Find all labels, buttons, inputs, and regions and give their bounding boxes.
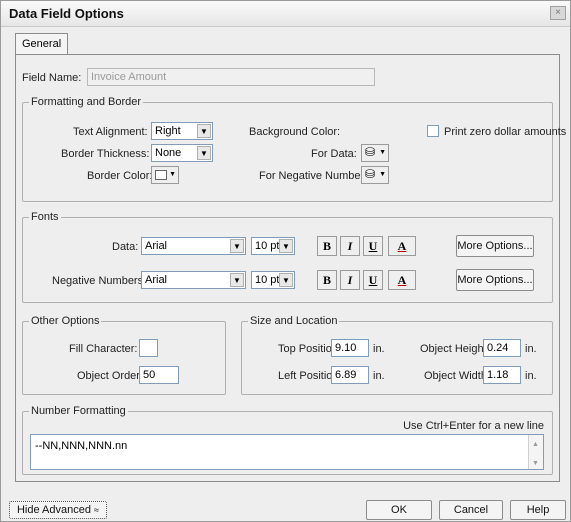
data-size-select[interactable]: 10 pt ▼: [251, 237, 295, 255]
border-thickness-value: None: [155, 147, 182, 159]
other-options-group: Other Options Fill Character: Object Ord…: [22, 315, 226, 395]
data-size-value: 10 pt: [255, 240, 280, 252]
data-underline-button[interactable]: U: [363, 236, 383, 256]
formatting-border-title: Formatting and Border: [29, 96, 144, 109]
negative-underline-button[interactable]: U: [363, 270, 383, 290]
object-order-input[interactable]: 50: [139, 366, 179, 384]
data-font-value: Arial: [145, 240, 168, 252]
data-more-options-button[interactable]: More Options...: [456, 235, 534, 257]
number-formatting-group: Number Formatting Use Ctrl+Enter for a n…: [22, 405, 553, 475]
number-format-textarea[interactable]: --NN,NNN,NNN.nn ▲ ▼: [30, 434, 544, 470]
for-data-color-picker[interactable]: ⛁ ▼: [361, 144, 389, 162]
for-negative-numbers-color-picker[interactable]: ⛁ ▼: [361, 166, 389, 184]
chevron-down-icon: ▼: [169, 171, 176, 178]
border-color-picker[interactable]: ▼: [151, 166, 179, 184]
object-width-unit: in.: [525, 370, 537, 382]
number-formatting-hint: Use Ctrl+Enter for a new line: [403, 420, 544, 432]
hide-advanced-label: Hide Advanced: [16, 504, 91, 516]
negative-bold-button[interactable]: B: [317, 270, 337, 290]
print-zero-checkbox[interactable]: [427, 125, 439, 137]
text-alignment-select[interactable]: Right ▼: [151, 122, 213, 140]
top-position-input[interactable]: 9.10: [331, 339, 369, 357]
dialog-title: Data Field Options: [9, 6, 124, 21]
fill-character-input[interactable]: [139, 339, 158, 357]
border-thickness-select[interactable]: None ▼: [151, 144, 213, 162]
tab-general-label: General: [22, 38, 62, 50]
data-bold-button[interactable]: B: [317, 236, 337, 256]
negative-size-value: 10 pt: [255, 274, 280, 286]
fonts-group: Fonts Data: Arial ▼ 10 pt ▼ B I U A More…: [22, 211, 553, 303]
chevron-down-icon: ▼: [379, 171, 386, 178]
size-location-group: Size and Location Top Position: 9.10 in.…: [241, 315, 553, 395]
negative-font-select[interactable]: Arial ▼: [141, 271, 246, 289]
object-height-label: Object Height:: [420, 343, 490, 355]
tab-general[interactable]: General: [15, 33, 69, 55]
background-color-label: Background Color:: [249, 126, 341, 138]
chevron-down-icon: ▼: [197, 124, 211, 138]
cancel-button[interactable]: Cancel: [439, 500, 503, 520]
left-position-unit: in.: [373, 370, 385, 382]
object-width-input[interactable]: 1.18: [483, 366, 521, 384]
border-thickness-label: Border Thickness:: [61, 148, 150, 160]
left-position-input[interactable]: 6.89: [331, 366, 369, 384]
data-field-options-dialog: Data Field Options × General Field Name:…: [0, 0, 571, 522]
for-negative-numbers-label: For Negative Numbers:: [259, 170, 373, 182]
chevron-down-icon: ▼: [279, 273, 293, 287]
field-name-input[interactable]: Invoice Amount: [87, 68, 375, 86]
negative-size-select[interactable]: 10 pt ▼: [251, 271, 295, 289]
border-color-label: Border Color:: [87, 170, 153, 182]
number-formatting-title: Number Formatting: [29, 405, 128, 418]
print-zero-label: Print zero dollar amounts: [444, 126, 567, 138]
data-font-label: Data:: [112, 241, 139, 253]
close-button[interactable]: ×: [550, 6, 566, 20]
chevron-down-icon: ▼: [230, 273, 244, 287]
textarea-scrollbar[interactable]: ▲ ▼: [528, 435, 543, 469]
scroll-down-icon: ▼: [532, 460, 539, 467]
chevron-down-icon: ▼: [379, 149, 386, 156]
ok-button[interactable]: OK: [366, 500, 432, 520]
negative-italic-button[interactable]: I: [340, 270, 360, 290]
size-location-title: Size and Location: [248, 315, 340, 328]
hide-advanced-button[interactable]: Hide Advanced ≈: [9, 501, 107, 519]
object-height-input[interactable]: 0.24: [483, 339, 521, 357]
other-options-title: Other Options: [29, 315, 102, 328]
general-panel: Field Name: Invoice Amount Formatting an…: [15, 54, 566, 482]
title-bar: Data Field Options ×: [1, 1, 570, 27]
field-name-label: Field Name:: [22, 72, 82, 84]
for-data-label: For Data:: [311, 148, 357, 160]
negative-more-options-button[interactable]: More Options...: [456, 269, 534, 291]
data-font-color-button[interactable]: A: [388, 236, 416, 256]
chevron-down-icon: ▼: [230, 239, 244, 253]
text-alignment-label: Text Alignment:: [73, 126, 148, 138]
scroll-up-icon: ▲: [532, 441, 539, 448]
top-position-unit: in.: [373, 343, 385, 355]
negative-font-value: Arial: [145, 274, 168, 286]
fonts-title: Fonts: [29, 211, 61, 224]
help-button[interactable]: Help: [510, 500, 566, 520]
negative-numbers-font-label: Negative Numbers:: [52, 275, 147, 287]
chevron-down-icon: ▼: [197, 146, 211, 160]
chevron-down-icon: ▼: [279, 239, 293, 253]
double-chevron-up-icon: ≈: [94, 505, 99, 515]
formatting-border-group: Formatting and Border Text Alignment: Ri…: [22, 96, 566, 202]
object-order-label: Object Order:: [77, 370, 144, 382]
object-width-label: Object Width:: [424, 370, 491, 382]
data-font-select[interactable]: Arial ▼: [141, 237, 246, 255]
fill-character-label: Fill Character:: [69, 343, 138, 355]
object-height-unit: in.: [525, 343, 537, 355]
paint-bucket-icon: ⛁: [365, 167, 376, 181]
border-color-icon: [155, 170, 167, 180]
paint-bucket-icon: ⛁: [365, 145, 376, 159]
data-italic-button[interactable]: I: [340, 236, 360, 256]
negative-font-color-button[interactable]: A: [388, 270, 416, 290]
text-alignment-value: Right: [155, 125, 181, 137]
number-format-value: --NN,NNN,NNN.nn: [35, 440, 128, 452]
